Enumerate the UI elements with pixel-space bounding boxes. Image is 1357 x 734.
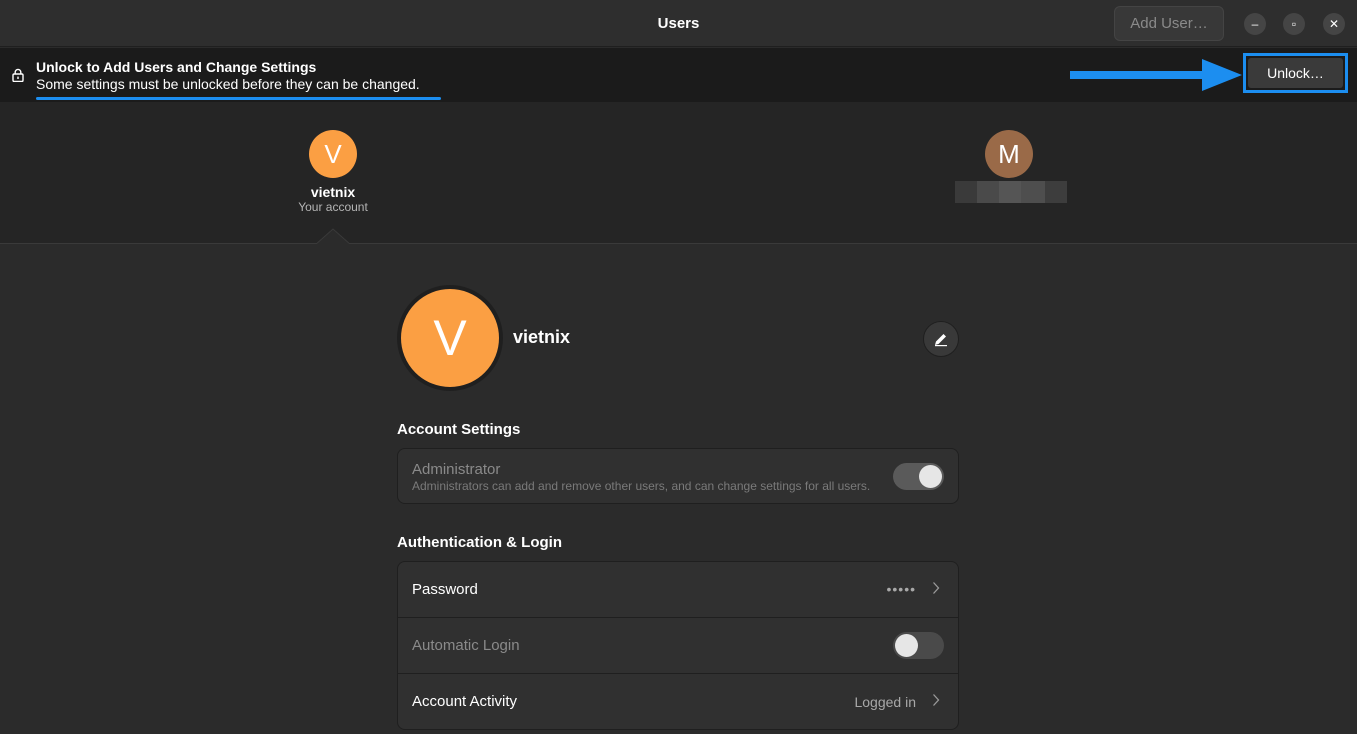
administrator-switch[interactable] — [893, 463, 944, 490]
close-button[interactable]: ✕ — [1323, 13, 1345, 35]
user-subtitle-vietnix: Your account — [298, 200, 368, 214]
blurred-user-name — [955, 181, 1067, 203]
automatic-login-label: Automatic Login — [412, 637, 520, 654]
automatic-login-switch[interactable] — [893, 632, 944, 659]
add-user-button[interactable]: Add User… — [1114, 6, 1224, 41]
profile-avatar[interactable]: V — [397, 285, 503, 391]
automatic-login-row: Automatic Login — [398, 618, 958, 674]
user-name-vietnix[interactable]: vietnix — [273, 184, 393, 200]
password-label: Password — [412, 581, 478, 598]
administrator-description: Administrators can add and remove other … — [412, 479, 871, 493]
unlock-button[interactable]: Unlock… — [1248, 58, 1343, 88]
account-activity-row[interactable]: Account Activity Logged in — [398, 674, 958, 729]
unlock-button-highlight: Unlock… — [1243, 53, 1348, 93]
profile-name: vietnix — [513, 327, 571, 347]
password-row[interactable]: Password ••••• — [398, 562, 958, 618]
account-settings-card: Administrator Administrators can add and… — [397, 448, 959, 504]
minimize-button[interactable]: – — [1244, 13, 1266, 35]
account-settings-heading: Account Settings — [397, 421, 521, 438]
account-activity-value: Logged in — [854, 694, 916, 710]
user-avatar-vietnix[interactable]: V — [309, 130, 357, 178]
title-bar: Users Add User… – ▫ ✕ — [0, 0, 1357, 47]
switch-knob — [919, 465, 942, 488]
administrator-label: Administrator — [412, 461, 501, 478]
banner-title: Unlock to Add Users and Change Settings — [36, 59, 317, 75]
password-value: ••••• — [886, 581, 916, 597]
selection-pointer — [315, 228, 351, 246]
lock-icon — [12, 68, 24, 82]
edit-name-button[interactable] — [923, 321, 959, 357]
pencil-icon — [935, 334, 947, 347]
user-carousel: V vietnix Your account M — [0, 102, 1357, 244]
administrator-row: Administrator Administrators can add and… — [398, 449, 958, 503]
highlight-underline — [36, 97, 441, 100]
chevron-right-icon — [933, 694, 940, 706]
auth-login-card: Password ••••• Automatic Login Account A… — [397, 561, 959, 730]
user-avatar-m[interactable]: M — [985, 130, 1033, 178]
banner-subtitle: Some settings must be unlocked before th… — [36, 76, 420, 92]
maximize-button[interactable]: ▫ — [1283, 13, 1305, 35]
switch-knob — [895, 634, 918, 657]
arrow-right-icon — [1070, 59, 1242, 91]
auth-login-heading: Authentication & Login — [397, 534, 562, 551]
chevron-right-icon — [933, 582, 940, 594]
account-activity-label: Account Activity — [412, 693, 518, 710]
